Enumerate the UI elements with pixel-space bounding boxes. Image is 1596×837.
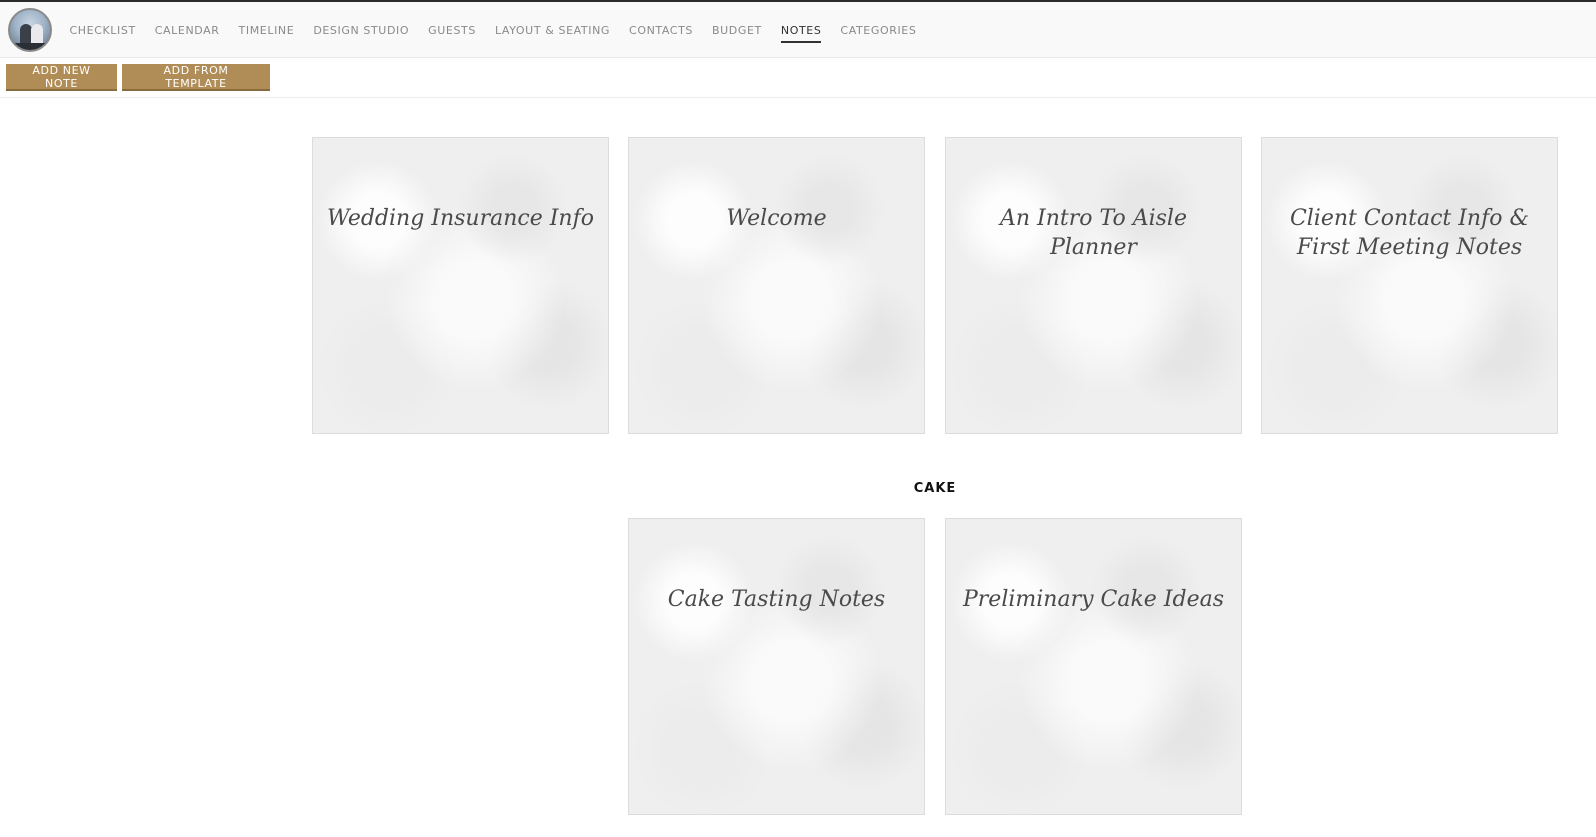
note-card-intro-to-aisle-planner[interactable]: An Intro To Aisle Planner xyxy=(945,137,1242,434)
note-card-client-contact-info[interactable]: Client Contact Info & First Meeting Note… xyxy=(1261,137,1558,434)
avatar[interactable] xyxy=(8,8,52,52)
nav-item-contacts[interactable]: CONTACTS xyxy=(620,24,703,37)
top-navigation-bar: CHECKLIST CALENDAR TIMELINE DESIGN STUDI… xyxy=(0,2,1596,58)
section-heading-cake: CAKE xyxy=(913,481,957,496)
avatar-band xyxy=(10,43,50,50)
add-from-template-button[interactable]: ADD FROM TEMPLATE xyxy=(122,64,270,91)
nav-item-calendar[interactable]: CALENDAR xyxy=(145,24,229,37)
nav-item-layout-seating[interactable]: LAYOUT & SEATING xyxy=(485,24,619,37)
note-card-cake-tasting-notes[interactable]: Cake Tasting Notes xyxy=(628,518,925,815)
nav-item-notes[interactable]: NOTES xyxy=(771,24,831,43)
note-card-preliminary-cake-ideas[interactable]: Preliminary Cake Ideas xyxy=(945,518,1242,815)
notes-toolbar: ADD NEW NOTE ADD FROM TEMPLATE xyxy=(0,58,1596,98)
nav-item-design-studio[interactable]: DESIGN STUDIO xyxy=(304,24,419,37)
nav-item-guests[interactable]: GUESTS xyxy=(419,24,486,37)
note-card-title: Wedding Insurance Info xyxy=(327,206,594,231)
nav-item-budget[interactable]: BUDGET xyxy=(703,24,772,37)
add-new-note-button[interactable]: ADD NEW NOTE xyxy=(6,64,117,91)
nav-item-checklist[interactable]: CHECKLIST xyxy=(60,24,145,37)
main-nav: CHECKLIST CALENDAR TIMELINE DESIGN STUDI… xyxy=(60,2,926,58)
note-card-title: Client Contact Info & First Meeting Note… xyxy=(1289,206,1530,260)
note-card-title: An Intro To Aisle Planner xyxy=(1000,206,1187,260)
note-card-title: Preliminary Cake Ideas xyxy=(962,587,1225,612)
note-card-title: Welcome xyxy=(726,206,827,231)
note-card-title: Cake Tasting Notes xyxy=(667,587,886,612)
nav-item-timeline[interactable]: TIMELINE xyxy=(229,24,304,37)
note-card-wedding-insurance-info[interactable]: Wedding Insurance Info xyxy=(312,137,609,434)
nav-item-categories[interactable]: CATEGORIES xyxy=(831,24,926,37)
note-card-welcome[interactable]: Welcome xyxy=(628,137,925,434)
